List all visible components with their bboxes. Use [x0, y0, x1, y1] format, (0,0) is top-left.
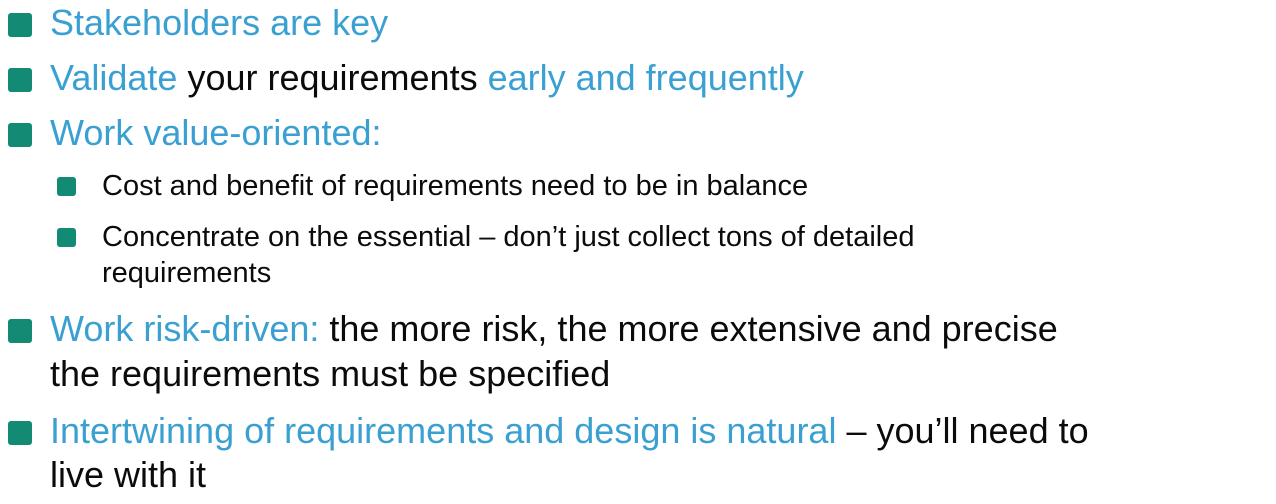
item-text: Validate your requirements early and fre…: [50, 55, 804, 101]
square-bullet-icon: [8, 123, 32, 147]
item-text-plain: the more risk, the more extensive and pr…: [319, 308, 1058, 349]
sub-item-text: Cost and benefit of requirements need to…: [102, 170, 809, 202]
item-text-plain: – you’ll need to: [836, 410, 1089, 451]
square-bullet-icon: [8, 319, 32, 343]
sub-item-text-line1: Concentrate on the essential – don’t jus…: [102, 221, 915, 253]
square-bullet-icon: [8, 13, 32, 37]
item-text-plain: your requirements: [177, 57, 488, 98]
square-bullet-icon: [57, 228, 76, 247]
item-text-highlight: Work value-oriented:: [50, 112, 382, 153]
item-text: Stakeholders are key: [50, 0, 388, 46]
item-text-highlight: Stakeholders are key: [50, 2, 389, 43]
item-text-line1: Intertwining of requirements and design …: [50, 408, 1089, 454]
slide: Stakeholders are key Validate your requi…: [0, 0, 1276, 504]
sub-item-text-line2: requirements: [102, 257, 272, 289]
item-text-highlight: Intertwining of requirements and design …: [50, 410, 837, 451]
item-text-highlight: Validate: [50, 57, 178, 98]
square-bullet-icon: [57, 177, 76, 196]
item-text-line1: Work risk-driven: the more risk, the mor…: [50, 306, 1058, 352]
item-text-highlight: early and frequently: [487, 57, 804, 98]
item-text-line2: the requirements must be specified: [50, 353, 611, 394]
square-bullet-icon: [8, 421, 32, 445]
square-bullet-icon: [8, 68, 32, 92]
item-text-highlight: Work risk-driven:: [50, 308, 320, 349]
item-text-line2: live with it: [50, 454, 207, 495]
item-text: Work value-oriented:: [50, 110, 382, 156]
